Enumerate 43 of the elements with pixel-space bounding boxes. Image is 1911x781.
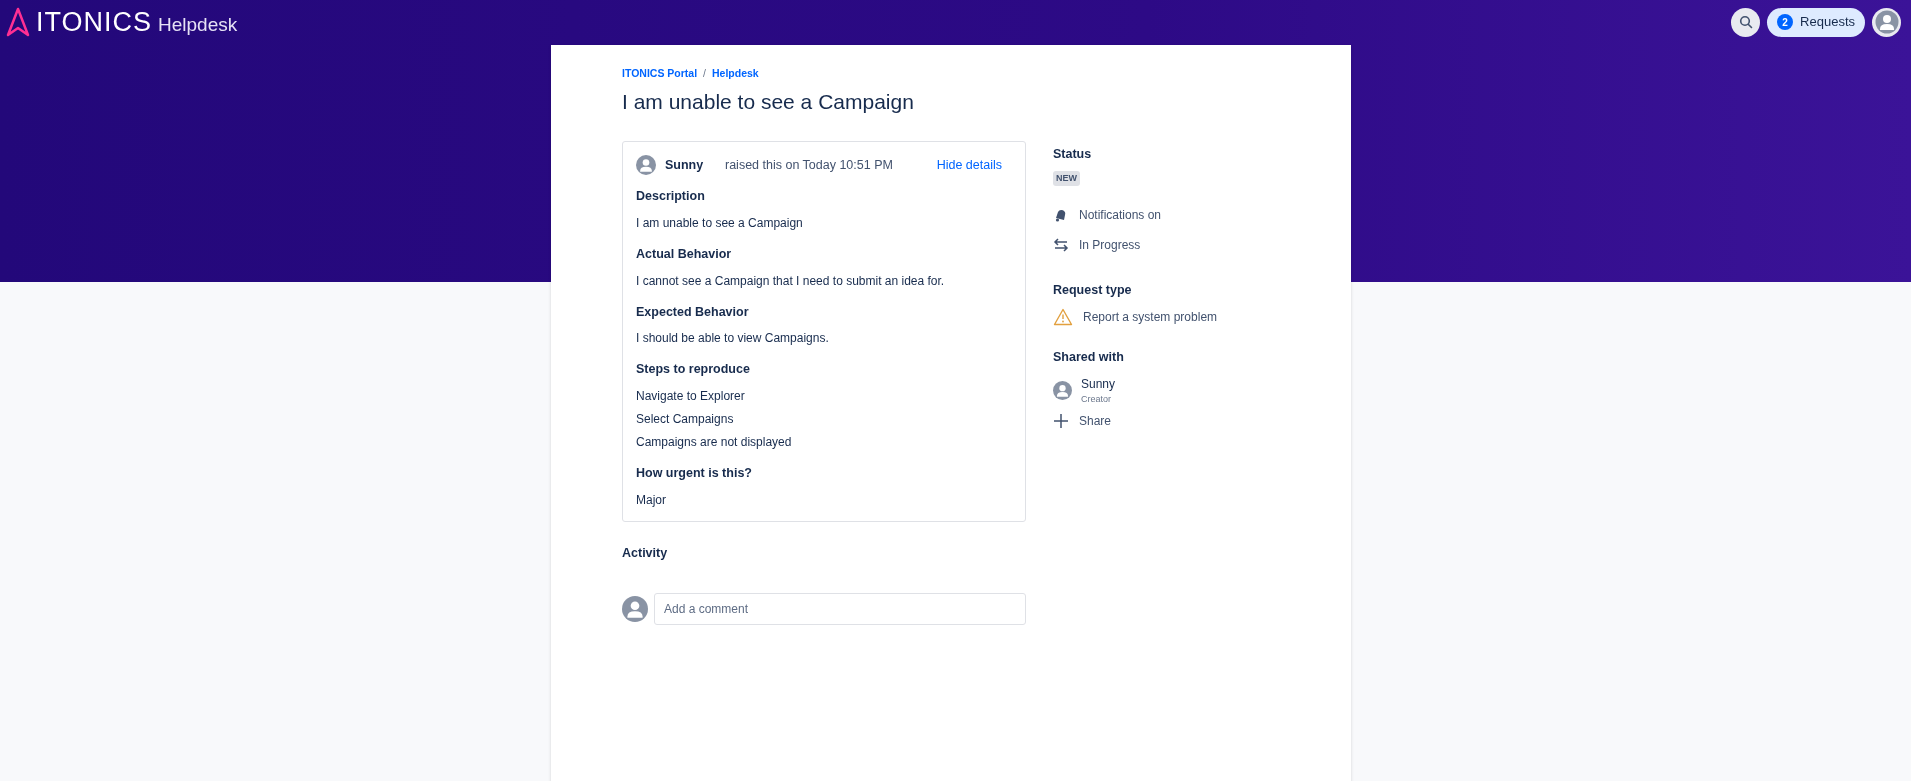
field-value: I should be able to view Campaigns. [636, 330, 830, 348]
status-heading: Status [1053, 146, 1093, 163]
share-button[interactable]: Share [1053, 412, 1218, 431]
shared-with-heading: Shared with [1053, 349, 1125, 366]
field-label: Expected Behavior [636, 303, 750, 321]
status-lozenge: NEW [1053, 170, 1080, 187]
breadcrumb-separator: / [703, 66, 706, 81]
warning-icon [1053, 308, 1073, 326]
field-value: I cannot see a Campaign that I need to submit an idea for. [636, 272, 946, 290]
field-value: Major [636, 491, 667, 509]
shared-user-name: Sunny [1081, 375, 1116, 393]
hide-details-link[interactable]: Hide details [936, 155, 1002, 175]
plus-icon [1053, 413, 1069, 430]
requests-count-badge: 2 [1777, 14, 1794, 30]
field-label: Description [636, 188, 706, 205]
field-value: Campaigns are not displayed [636, 434, 793, 451]
transition-arrows-icon [1053, 237, 1069, 254]
field-label: Actual Behavior [636, 245, 733, 263]
breadcrumb-link[interactable]: ITONICS Portal [622, 66, 698, 82]
requests-label: Requests [1800, 13, 1855, 32]
user-avatar-icon [1053, 381, 1072, 400]
user-avatar-icon [622, 595, 648, 622]
author-name: Sunny [665, 156, 705, 174]
activity-heading: Activity [622, 544, 669, 562]
logo-subtitle: Helpdesk [158, 14, 238, 34]
search-icon [1738, 15, 1753, 29]
request-type-value: Report a system problem [1083, 309, 1218, 326]
comment-field[interactable]: Add a comment [654, 592, 1026, 625]
breadcrumb-link[interactable]: Helpdesk [712, 66, 759, 82]
transition-button[interactable]: In Progress [1053, 236, 1218, 255]
raised-text: raised this on Today 10:51 PM [725, 156, 893, 174]
field-value: Select Campaigns [636, 411, 735, 428]
field-value: Navigate to Explorer [636, 388, 746, 405]
user-avatar-icon [636, 155, 656, 175]
field-label: How urgent is this? [636, 465, 753, 482]
request-type-heading: Request type [1053, 282, 1133, 300]
logo-triangle-icon [6, 7, 30, 37]
notifications-button[interactable]: Notifications on [1053, 206, 1218, 225]
logo-text: ITONICS [36, 8, 152, 36]
field-label: Steps to reproduce [636, 361, 751, 379]
shared-user-role: Creator [1081, 392, 1112, 406]
page-title: I am unable to see a Campaign [622, 88, 915, 115]
field-value: I am unable to see a Campaign [636, 214, 804, 232]
